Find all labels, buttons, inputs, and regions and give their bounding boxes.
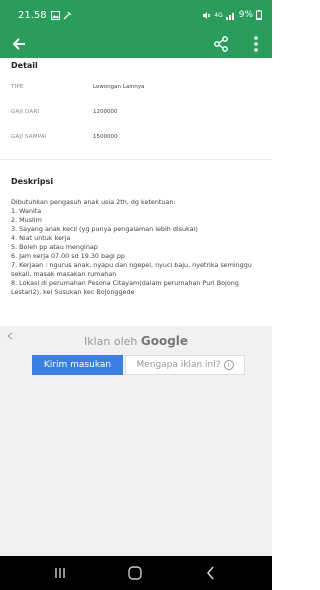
status-time: 21.58 — [18, 9, 47, 21]
signal-icon — [225, 12, 234, 20]
notification-icons — [50, 10, 72, 20]
battery-percent: 9% — [238, 10, 253, 20]
detail-label-gaji-sampai: GAJI SAMPAI — [11, 134, 47, 140]
detail-value-tipe: Lowongan Lainnya — [93, 84, 145, 90]
desc-line: 7. Kerjaan : ngurus anak, nyapu dan ngep… — [11, 261, 252, 278]
system-nav-bar — [0, 556, 272, 590]
network-type: 4G — [214, 11, 223, 19]
home-icon[interactable] — [126, 564, 144, 582]
app-bar — [0, 30, 272, 58]
google-logo: Google — [140, 334, 189, 348]
desc-line: 4. Niat untuk kerja — [11, 234, 71, 242]
mute-icon — [203, 11, 211, 19]
desc-line: 3. Sayang anak kecil (yg punya pengalama… — [11, 225, 198, 233]
desc-line: 1. Wanita — [11, 207, 42, 215]
ad-title: Iklan oleh Google — [0, 334, 272, 348]
desc-line: 5. Boleh pp atau menginap — [11, 243, 98, 251]
why-this-ad-label: Mengapa iklan ini? — [136, 360, 221, 370]
ad-panel: Iklan oleh Google Kirim masukan Mengapa … — [0, 326, 272, 556]
desc-line: 6. Jam kerja 07.00 sd 19.30 bagi pp — [11, 252, 125, 260]
status-bar: 21.58 4G 9% — [0, 0, 272, 30]
ad-title-prefix: Iklan oleh — [83, 335, 138, 348]
info-icon: i — [223, 360, 234, 370]
send-feedback-button[interactable]: Kirim masukan — [32, 355, 123, 375]
detail-value-gaji-sampai: 1500000 — [93, 134, 118, 140]
detail-label-tipe: TIPE — [11, 84, 24, 90]
deskripsi-body: Dibutuhkan pengasuh anak usia 2th, dg ke… — [11, 198, 263, 297]
gallery-icon — [50, 10, 60, 20]
desc-line: Dibutuhkan pengasuh anak usia 2th, dg ke… — [11, 198, 176, 206]
detail-title: Detail — [11, 61, 38, 70]
more-vert-icon[interactable] — [248, 34, 264, 54]
detail-value-gaji-dari: 1200000 — [93, 109, 118, 115]
desc-line: 2. Muslim — [11, 216, 42, 224]
section-divider — [0, 159, 272, 160]
desc-line: 8. Lokasi di perumahan Pesona Citayam(da… — [11, 279, 239, 296]
share-icon[interactable] — [213, 36, 229, 52]
tools-icon — [63, 11, 72, 19]
battery-icon — [256, 10, 262, 20]
recent-apps-icon[interactable] — [51, 564, 69, 582]
arrow-back-icon[interactable] — [10, 35, 28, 53]
back-nav-icon[interactable] — [202, 564, 220, 582]
deskripsi-title: Deskripsi — [11, 177, 54, 186]
status-right: 4G 9% — [202, 10, 262, 20]
detail-label-gaji-dari: GAJI DARI — [11, 109, 40, 115]
why-this-ad-button[interactable]: Mengapa iklan ini? i — [125, 355, 245, 375]
